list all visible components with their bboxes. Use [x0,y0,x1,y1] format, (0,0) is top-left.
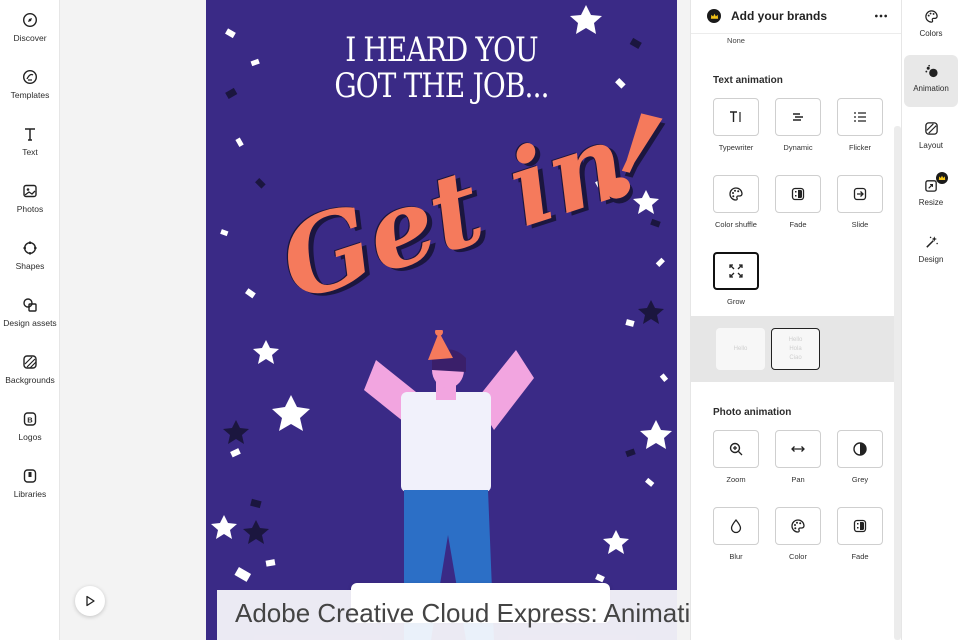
left-toolbar: Discover Templates Text Photos Shapes De… [0,0,60,640]
rail-label: Layout [918,141,944,150]
rail-item-layout[interactable]: Layout [904,112,958,164]
rail-label: Shapes [15,261,45,271]
rail-item-design[interactable]: Design [904,226,958,278]
palette-icon [791,519,805,533]
text-anim-slide[interactable]: Slide [837,175,901,237]
shapes-icon [23,241,37,255]
crown-icon [938,175,946,180]
animation-option-none[interactable]: None [691,36,781,45]
photo-animation-heading: Photo animation [713,407,792,418]
animation-panel: Add your brands None Text animation Type… [690,0,902,640]
fade-icon [853,519,867,533]
contrast-icon [853,442,867,456]
anim-label: Grey [851,475,869,484]
anim-label: Flicker [848,143,872,152]
dynamic-icon [793,113,803,121]
crown-icon [710,13,718,19]
rail-item-logos[interactable]: B Logos [0,407,60,457]
photo-anim-grey[interactable]: Grey [837,430,901,492]
design-assets-icon [23,298,37,312]
anim-label: Typewriter [718,143,754,152]
anim-label: Color shuffle [715,220,757,229]
photo-icon [23,184,37,198]
rail-label: Animation [913,84,949,93]
flicker-icon [854,112,866,122]
rail-item-resize[interactable]: Resize [904,169,958,221]
anim-label: Fade [789,220,807,229]
rail-label: Photos [16,204,44,214]
rail-label: Colors [919,29,943,38]
rail-label: Resize [918,198,944,207]
photo-anim-fade[interactable]: Fade [837,507,901,569]
slide-icon [853,187,867,201]
rail-item-design-assets[interactable]: Design assets [0,293,60,343]
rail-label: Text [22,147,38,157]
backgrounds-icon [23,355,37,369]
layout-icon [924,122,938,135]
text-animation-heading: Text animation [713,75,783,86]
rail-item-shapes[interactable]: Shapes [0,236,60,286]
anim-label: Zoom [726,475,746,484]
logo-icon: B [23,412,37,426]
compass-icon [22,12,38,28]
rail-item-discover[interactable]: Discover [0,8,60,58]
anim-label: Color [789,552,807,561]
anim-label: Grow [727,297,745,306]
animation-style-strip: Hello Hello Hola Ciao [691,316,894,382]
style-option-2[interactable]: Hello Hola Ciao [771,328,820,370]
crown-badge [707,9,721,23]
rail-item-colors[interactable]: Colors [904,0,958,52]
design-canvas[interactable]: I HEARD YOU GOT THE JOB... Get in ! [206,0,677,640]
rail-item-templates[interactable]: Templates [0,65,60,115]
palette-icon [924,10,938,23]
anim-label: Dynamic [783,143,813,152]
rail-item-photos[interactable]: Photos [0,179,60,229]
app-window: Discover Templates Text Photos Shapes De… [0,0,960,640]
magic-wand-icon [925,236,938,248]
rail-item-backgrounds[interactable]: Backgrounds [0,350,60,400]
rail-label: Discover [13,33,47,43]
caption-overlay: Adobe Creative Cloud Express: Animation [217,590,719,640]
poster-headline-line2[interactable]: GOT THE JOB... [248,66,634,106]
poster-headline-line1[interactable]: I HEARD YOU [248,30,634,70]
panel-header: Add your brands [691,0,901,34]
right-toolbar: Colors Animation Layout Resize Design [902,0,960,640]
fade-icon [791,187,805,201]
play-icon [86,595,95,607]
rail-label: Libraries [13,489,47,499]
panel-title[interactable]: Add your brands [731,9,827,23]
rail-label: Logos [18,432,42,442]
animation-icon [924,64,938,78]
text-anim-flicker[interactable]: Flicker [837,98,901,160]
anim-label: Blur [729,552,743,561]
typewriter-icon [730,111,741,122]
style-option-1[interactable]: Hello [716,328,765,370]
pan-icon [791,446,805,452]
rail-label: Design assets [3,318,57,328]
rail-item-animation[interactable]: Animation [904,55,958,107]
anim-label: Fade [851,552,869,561]
rail-item-text[interactable]: Text [0,122,60,172]
blur-drop-icon [730,518,742,534]
grow-icon [729,264,743,278]
premium-badge [936,172,948,184]
svg-text:B: B [27,415,33,424]
play-button[interactable] [75,586,105,616]
rail-label: Design [918,255,944,264]
anim-label: Slide [851,220,869,229]
rail-label: Backgrounds [5,375,55,385]
anim-label: Pan [791,475,805,484]
zoom-icon [729,442,743,456]
text-anim-grow[interactable]: Grow [713,252,777,314]
libraries-icon [23,469,37,483]
rail-item-libraries[interactable]: Libraries [0,464,60,514]
more-options-icon[interactable] [871,7,891,25]
rail-label: Templates [10,90,50,100]
palette-icon [729,187,743,201]
text-icon [25,128,35,141]
panel-scrollbar[interactable] [894,126,901,640]
templates-icon [22,69,38,85]
